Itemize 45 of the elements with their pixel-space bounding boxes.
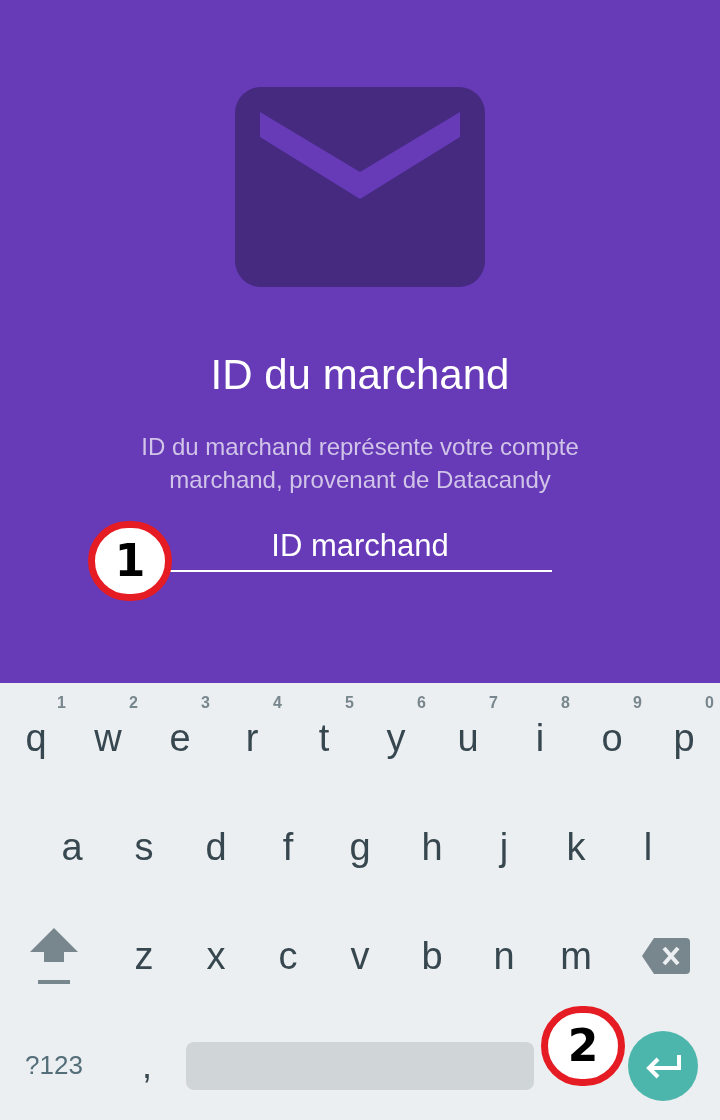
keyboard-key[interactable]: e 3 xyxy=(144,683,216,793)
enter-icon xyxy=(644,1052,682,1079)
keyboard-key[interactable]: z xyxy=(108,911,180,1001)
comma-key[interactable]: , xyxy=(108,1011,186,1120)
merchant-id-field[interactable]: ID marchand xyxy=(168,521,552,572)
keyboard-key[interactable]: j xyxy=(468,793,540,901)
keyboard-key[interactable]: n xyxy=(468,911,540,1001)
keyboard-key[interactable]: u 7 xyxy=(432,683,504,793)
keyboard-key[interactable]: l xyxy=(612,793,684,901)
keyboard-key[interactable]: r 4 xyxy=(216,683,288,793)
key-hint: 0 xyxy=(705,695,714,711)
keyboard-key[interactable]: w 2 xyxy=(72,683,144,793)
key-hint: 2 xyxy=(129,695,138,711)
key-hint: 4 xyxy=(273,695,282,711)
keyboard-key[interactable]: d xyxy=(180,793,252,901)
description-text: ID du marchand représente votre compte marchand, provenant de Datacandy xyxy=(140,431,580,495)
key-hint: 6 xyxy=(417,695,426,711)
key-hint: 5 xyxy=(345,695,354,711)
keyboard-key[interactable]: b xyxy=(396,911,468,1001)
keyboard-key[interactable]: i 8 xyxy=(504,683,576,793)
key-hint: 9 xyxy=(633,695,642,711)
key-hint: 3 xyxy=(201,695,210,711)
keyboard-key[interactable]: o 9 xyxy=(576,683,648,793)
keyboard-key[interactable]: t 5 xyxy=(288,683,360,793)
keyboard-key[interactable]: q 1 xyxy=(0,683,72,793)
keyboard-key[interactable]: h xyxy=(396,793,468,901)
keyboard-key[interactable]: g xyxy=(324,793,396,901)
keyboard-key[interactable]: a xyxy=(36,793,108,901)
keyboard-key[interactable]: m xyxy=(540,911,612,1001)
keyboard-key[interactable]: f xyxy=(252,793,324,901)
page-title: ID du marchand xyxy=(210,350,510,400)
backspace-icon xyxy=(642,938,690,974)
key-hint: 7 xyxy=(489,695,498,711)
keyboard-key[interactable]: x xyxy=(180,911,252,1001)
key-hint: 1 xyxy=(57,695,66,711)
keyboard-key[interactable]: k xyxy=(540,793,612,901)
keyboard-key[interactable]: v xyxy=(324,911,396,1001)
envelope-icon xyxy=(235,87,485,287)
keyboard-key[interactable]: s xyxy=(108,793,180,901)
symbols-key[interactable]: ?123 xyxy=(0,1011,108,1120)
keyboard-key[interactable]: p 0 xyxy=(648,683,720,793)
keyboard-key[interactable]: c xyxy=(252,911,324,1001)
key-hint: 8 xyxy=(561,695,570,711)
shift-icon xyxy=(29,926,79,986)
keyboard-key[interactable]: y 6 xyxy=(360,683,432,793)
